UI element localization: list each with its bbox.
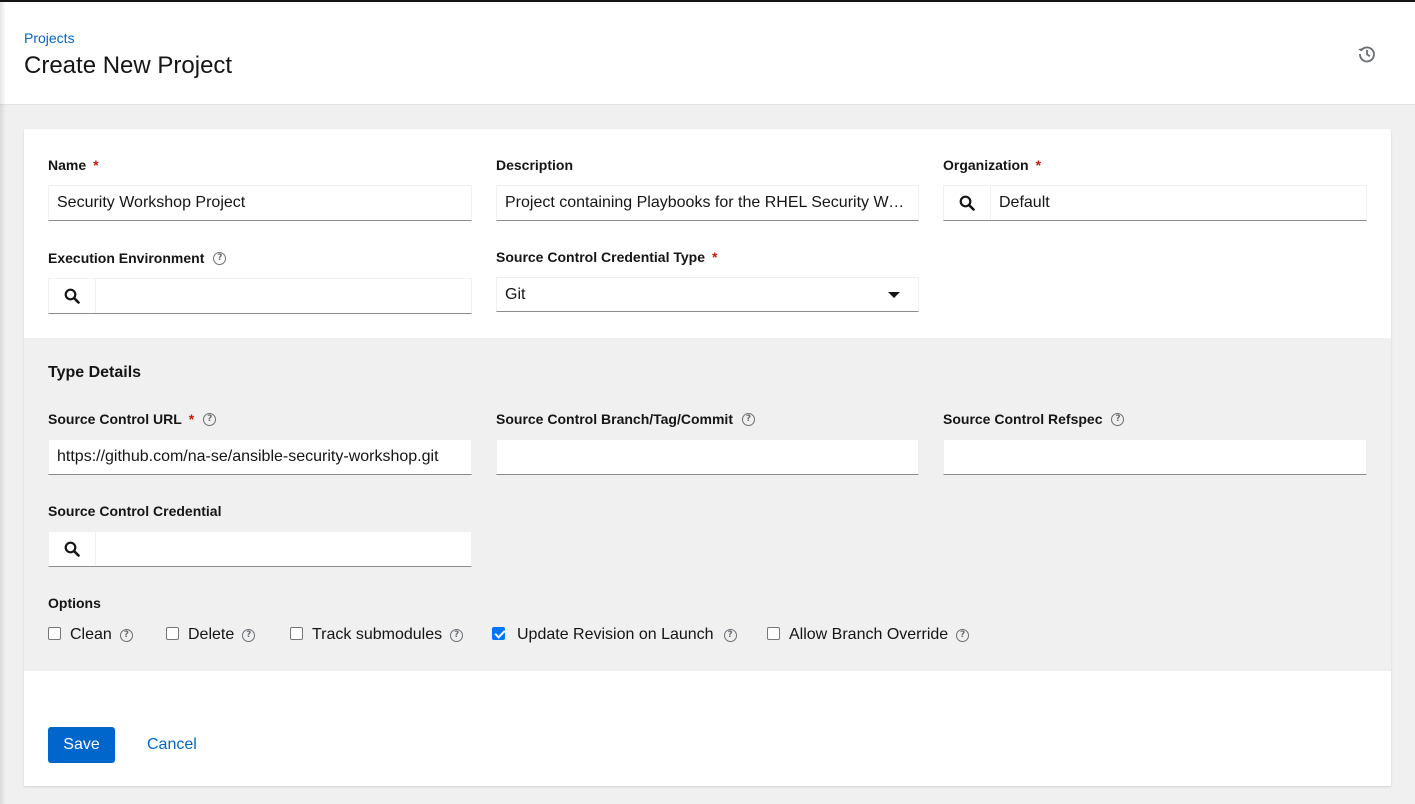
scm-url-field[interactable]: https://github.com/na-se/ansible-securit… <box>48 439 472 475</box>
required-marker: * <box>1035 157 1042 173</box>
help-icon[interactable]: ? <box>203 412 217 426</box>
option-clean[interactable]: Clean ? <box>48 626 133 644</box>
scm-type-select[interactable]: Git <box>496 277 919 312</box>
organization-label: Organization * <box>943 157 1041 173</box>
option-track-submodules[interactable]: Track submodules ? <box>290 626 464 644</box>
name-value: Security Workshop Project <box>57 194 246 211</box>
execution-environment-search-button[interactable] <box>49 279 96 313</box>
scm-type-label: Source Control Credential Type * <box>496 249 717 265</box>
required-marker: * <box>188 411 195 427</box>
option-delete[interactable]: Delete ? <box>166 626 256 644</box>
allow-branch-override-checkbox[interactable] <box>767 626 780 640</box>
cancel-button[interactable]: Cancel <box>139 727 205 763</box>
option-delete-label: Delete <box>188 626 235 643</box>
option-allow-branch-override[interactable]: Allow Branch Override ? <box>767 626 970 644</box>
update-revision-checkbox[interactable] <box>492 626 505 640</box>
name-label: Name * <box>48 157 99 173</box>
help-icon[interactable]: ? <box>956 628 970 642</box>
execution-environment-label-text: Execution Environment <box>48 250 205 266</box>
page-header: Projects Create New Project <box>0 2 1415 105</box>
delete-checkbox[interactable] <box>166 626 179 640</box>
scm-credential-value[interactable] <box>96 532 471 566</box>
description-value: Project containing Playbooks for the RHE… <box>505 194 910 211</box>
help-icon[interactable]: ? <box>741 412 755 426</box>
type-details-section <box>24 338 1391 671</box>
caret-down-icon <box>888 291 900 298</box>
help-icon[interactable]: ? <box>242 628 256 642</box>
required-marker: * <box>93 157 99 173</box>
scm-branch-field[interactable] <box>496 439 919 475</box>
help-icon[interactable]: ? <box>1111 412 1125 426</box>
organization-label-text: Organization <box>943 157 1029 173</box>
help-icon[interactable]: ? <box>450 628 464 642</box>
execution-environment-value[interactable] <box>96 279 471 313</box>
execution-environment-label: Execution Environment ? <box>48 250 227 266</box>
left-shadow <box>0 2 6 804</box>
organization-search-button[interactable] <box>944 186 991 220</box>
scm-credential-search-button[interactable] <box>49 532 96 566</box>
option-allow-branch-override-label: Allow Branch Override <box>789 626 949 643</box>
name-label-text: Name <box>48 157 87 173</box>
scm-branch-label: Source Control Branch/Tag/Commit ? <box>496 411 755 427</box>
scm-url-label: Source Control URL * ? <box>48 411 217 427</box>
description-label-text: Description <box>496 157 574 173</box>
help-icon[interactable]: ? <box>213 251 227 265</box>
scm-branch-label-text: Source Control Branch/Tag/Commit <box>496 411 733 427</box>
clean-checkbox[interactable] <box>48 626 61 640</box>
scm-url-value: https://github.com/na-se/ansible-securit… <box>57 448 439 465</box>
page-title: Create New Project <box>24 52 233 79</box>
type-details-title: Type Details <box>48 364 142 381</box>
option-track-submodules-label: Track submodules <box>312 626 443 643</box>
description-field[interactable]: Project containing Playbooks for the RHE… <box>496 185 919 221</box>
search-icon <box>64 541 80 557</box>
history-icon[interactable] <box>1357 44 1377 64</box>
breadcrumb-projects[interactable]: Projects <box>24 30 75 46</box>
search-icon <box>64 288 80 304</box>
organization-value[interactable]: Default <box>991 186 1366 220</box>
description-label: Description <box>496 157 573 173</box>
scm-refspec-label-text: Source Control Refspec <box>943 411 1103 427</box>
organization-lookup[interactable]: Default <box>943 185 1367 221</box>
help-icon[interactable]: ? <box>119 628 133 642</box>
scm-credential-label: Source Control Credential <box>48 503 221 519</box>
scm-credential-label-text: Source Control Credential <box>48 503 222 519</box>
save-button[interactable]: Save <box>48 727 115 763</box>
option-clean-label: Clean <box>70 626 112 643</box>
name-field[interactable]: Security Workshop Project <box>48 185 472 221</box>
required-marker: * <box>712 249 718 265</box>
scm-type-value: Git <box>505 285 526 303</box>
scm-credential-lookup[interactable] <box>48 531 472 567</box>
scm-url-label-text: Source Control URL <box>48 411 182 427</box>
execution-environment-lookup[interactable] <box>48 278 472 314</box>
option-update-revision-label: Update Revision on Launch <box>517 626 714 643</box>
scm-type-label-text: Source Control Credential Type <box>496 249 705 265</box>
scm-refspec-label: Source Control Refspec ? <box>943 411 1125 427</box>
track-submodules-checkbox[interactable] <box>290 626 303 640</box>
scm-refspec-field[interactable] <box>943 439 1367 475</box>
search-icon <box>959 195 975 211</box>
option-update-revision-on-launch[interactable]: Update Revision on Launch ? <box>492 626 737 644</box>
options-label: Options <box>48 595 101 611</box>
help-icon[interactable]: ? <box>723 628 737 642</box>
